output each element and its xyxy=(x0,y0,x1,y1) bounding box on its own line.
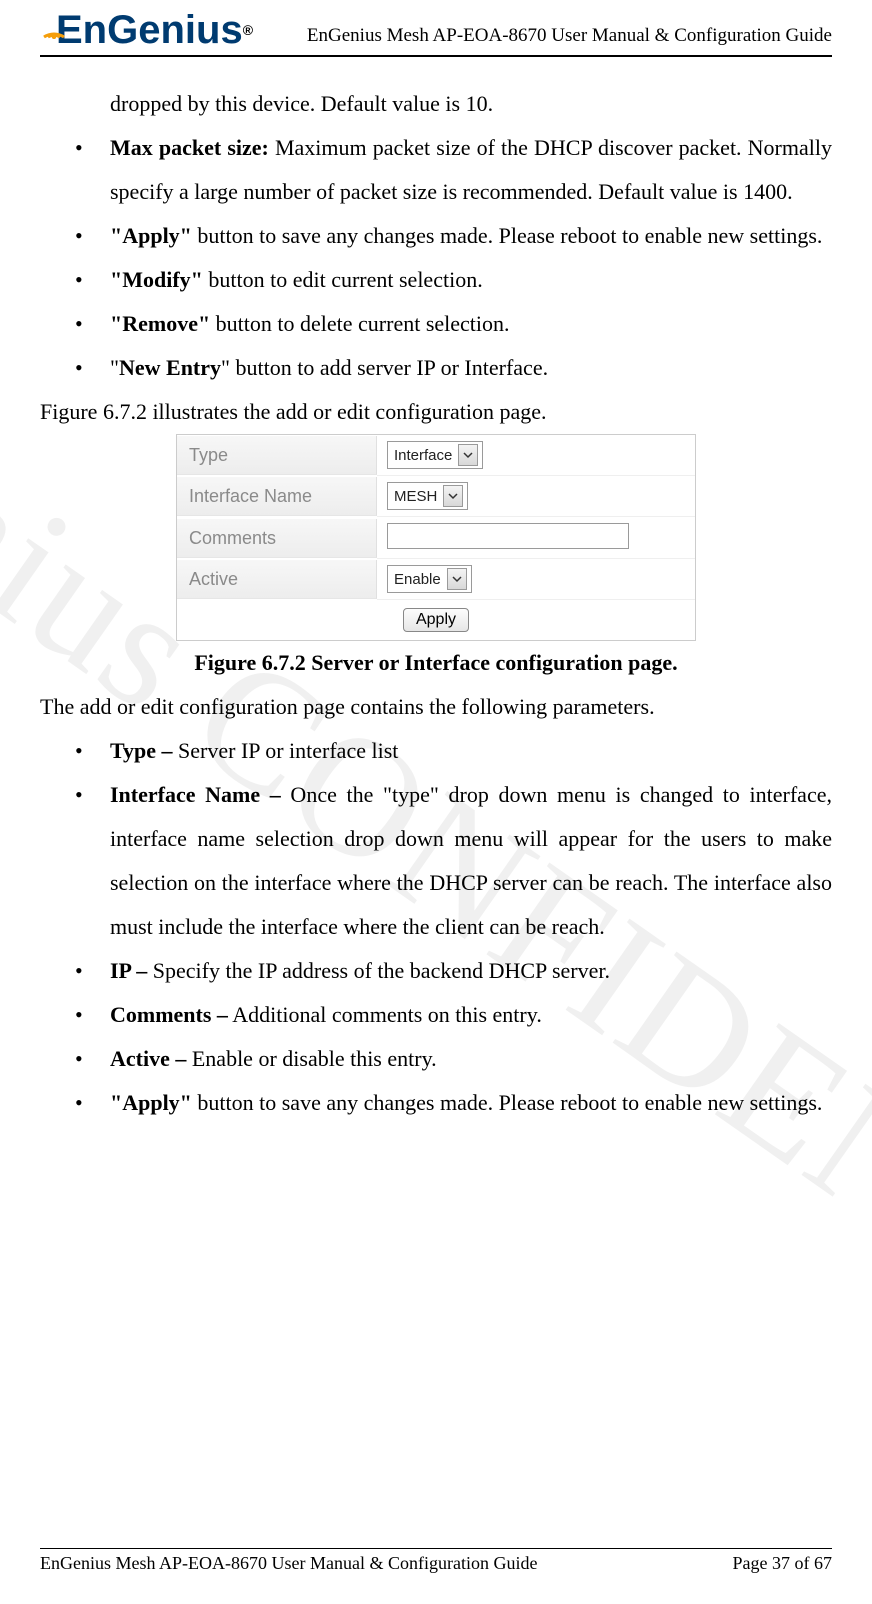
chevron-down-icon xyxy=(443,485,463,507)
bullet-bold: Comments – xyxy=(110,1002,228,1027)
bullet-post: " button to add server IP or Interface. xyxy=(221,355,548,380)
bullet-bold: Max packet size: xyxy=(110,135,269,160)
registered-mark: ® xyxy=(243,23,253,37)
header-doc-title: EnGenius Mesh AP-EOA-8670 User Manual & … xyxy=(307,25,832,50)
bullet-list-top: Max packet size: Maximum packet size of … xyxy=(40,126,832,390)
form-apply-row: Apply xyxy=(177,600,695,640)
apply-button-label: Apply xyxy=(416,612,456,628)
bullet-rest: Additional comments on this entry. xyxy=(228,1002,542,1027)
logo-text: EnGenius xyxy=(56,10,243,50)
list-item: "Remove" button to delete current select… xyxy=(40,302,832,346)
list-item: IP – Specify the IP address of the backe… xyxy=(40,949,832,993)
form-row-interface-name: Interface Name MESH xyxy=(177,476,695,517)
bullet-pre: " xyxy=(110,355,119,380)
label-interface-name: Interface Name xyxy=(177,477,377,516)
bullet-bold: New Entry xyxy=(119,355,221,380)
list-item: "Apply" button to save any changes made.… xyxy=(40,1081,832,1125)
apply-button[interactable]: Apply xyxy=(403,608,469,632)
type-select-value: Interface xyxy=(394,448,452,463)
brand-logo: EnGenius® xyxy=(40,10,253,50)
list-item: Comments – Additional comments on this e… xyxy=(40,993,832,1037)
list-item: Interface Name – Once the "type" drop do… xyxy=(40,773,832,949)
list-item: Max packet size: Maximum packet size of … xyxy=(40,126,832,214)
active-value: Enable xyxy=(394,572,441,587)
bullet-bold: "Apply" xyxy=(110,1090,192,1115)
bullet-rest: button to delete current selection. xyxy=(210,311,509,336)
bullet-rest: Enable or disable this entry. xyxy=(186,1046,436,1071)
bullet-bold: "Remove" xyxy=(110,311,210,336)
type-select[interactable]: Interface xyxy=(387,441,483,469)
bullet-rest: button to save any changes made. Please … xyxy=(192,223,823,248)
body-text: dropped by this device. Default value is… xyxy=(40,82,832,1125)
footer-left: EnGenius Mesh AP-EOA-8670 User Manual & … xyxy=(40,1553,537,1574)
bullet-rest: Server IP or interface list xyxy=(173,738,399,763)
interface-name-value: MESH xyxy=(394,489,437,504)
form-row-comments: Comments xyxy=(177,517,695,559)
bullet-bold: IP – xyxy=(110,958,147,983)
signal-icon xyxy=(40,6,68,46)
bullet-list-bottom: Type – Server IP or interface list Inter… xyxy=(40,729,832,1125)
list-item: Type – Server IP or interface list xyxy=(40,729,832,773)
page-header: EnGenius® EnGenius Mesh AP-EOA-8670 User… xyxy=(40,0,832,57)
bullet-bold: Type – xyxy=(110,738,173,763)
form-row-type: Type Interface xyxy=(177,435,695,476)
bullet-bold: "Apply" xyxy=(110,223,192,248)
bullet-bold: Interface Name – xyxy=(110,782,281,807)
intro-paragraph: The add or edit configuration page conta… xyxy=(40,685,832,729)
chevron-down-icon xyxy=(447,568,467,590)
list-item: "Apply" button to save any changes made.… xyxy=(40,214,832,258)
list-item: "New Entry" button to add server IP or I… xyxy=(40,346,832,390)
bullet-bold: Active – xyxy=(110,1046,186,1071)
bullet-rest: Specify the IP address of the backend DH… xyxy=(147,958,610,983)
list-item: "Modify" button to edit current selectio… xyxy=(40,258,832,302)
list-item: Active – Enable or disable this entry. xyxy=(40,1037,832,1081)
figure-caption: Figure 6.7.2 Server or Interface configu… xyxy=(40,641,832,685)
page-footer: EnGenius Mesh AP-EOA-8670 User Manual & … xyxy=(40,1548,832,1574)
comments-input[interactable] xyxy=(387,523,629,549)
page: EnGenius CONFIDENTIAL EnGenius® EnGenius… xyxy=(0,0,872,1604)
label-type: Type xyxy=(177,436,377,475)
label-active: Active xyxy=(177,560,377,599)
bullet-bold: "Modify" xyxy=(110,267,203,292)
config-form: Type Interface Interface Name MESH xyxy=(176,434,696,641)
form-row-active: Active Enable xyxy=(177,559,695,600)
bullet-rest: button to save any changes made. Please … xyxy=(192,1090,823,1115)
active-select[interactable]: Enable xyxy=(387,565,472,593)
chevron-down-icon xyxy=(458,444,478,466)
continuation-line: dropped by this device. Default value is… xyxy=(40,82,832,126)
figure-reference: Figure 6.7.2 illustrates the add or edit… xyxy=(40,390,832,434)
label-comments: Comments xyxy=(177,519,377,558)
bullet-rest: button to edit current selection. xyxy=(203,267,483,292)
footer-right: Page 37 of 67 xyxy=(733,1553,832,1574)
interface-name-select[interactable]: MESH xyxy=(387,482,468,510)
